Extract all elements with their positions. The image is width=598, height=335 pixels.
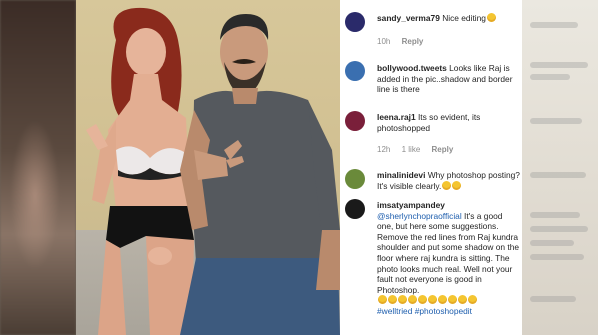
comment-mention-link[interactable]: @sherlynchopraofficial (377, 211, 462, 221)
reply-button[interactable]: Reply (402, 37, 424, 46)
laughing-emoji-icon (452, 180, 462, 190)
comment-username[interactable]: sandy_verma79 (377, 13, 440, 23)
comment-item: bollywood.tweets Looks like Raj is added… (340, 55, 522, 105)
comment-text: minalinidevi Why photoshop posting? It's… (377, 170, 520, 191)
comment-hashtags[interactable]: #welltried #photoshopedit (377, 306, 472, 316)
comment-text: leena.raj1 Its so evident, its photoshop… (377, 112, 520, 133)
comment-time: 10h (377, 37, 391, 46)
comment-username[interactable]: minalinidevi (377, 170, 425, 180)
comment-item: leena.raj1 Its so evident, its photoshop… (340, 108, 522, 160)
comment-time: 12h (377, 145, 391, 154)
post-photo (76, 0, 340, 335)
laughing-emoji-icon (486, 13, 496, 22)
laughing-emoji-icon (428, 295, 437, 305)
avatar[interactable] (345, 169, 365, 189)
reply-button[interactable]: Reply (432, 145, 454, 154)
comment-item: sandy_verma79 Nice editing 10h Reply (340, 0, 522, 50)
laughing-emoji-icon (378, 295, 387, 305)
comments-panel: sandy_verma79 Nice editing 10h Reply bol… (340, 0, 522, 335)
emoji-row (377, 295, 477, 305)
comment-username[interactable]: bollywood.tweets (377, 63, 447, 73)
avatar[interactable] (345, 12, 365, 32)
laughing-emoji-icon (468, 295, 477, 305)
comment-username[interactable]: leena.raj1 (377, 112, 416, 122)
comment-likes[interactable]: 1 like (402, 145, 421, 154)
comment-item: imsatyampandey @sherlynchopraofficial It… (340, 196, 522, 335)
laughing-emoji-icon (448, 295, 457, 305)
comment-body: Nice editing (442, 13, 486, 23)
laughing-emoji-icon (418, 295, 427, 305)
comment-text: bollywood.tweets Looks like Raj is added… (377, 63, 520, 95)
blurred-background-right (522, 0, 598, 335)
comment-text: sandy_verma79 Nice editing (377, 13, 520, 24)
avatar[interactable] (345, 199, 365, 219)
avatar[interactable] (345, 61, 365, 81)
comment-meta: 10h Reply (377, 37, 432, 46)
comment-text: imsatyampandey @sherlynchopraofficial It… (377, 200, 520, 317)
laughing-emoji-icon (388, 295, 397, 305)
laughing-emoji-icon (408, 295, 417, 305)
photo-people-illustration (86, 7, 340, 335)
laughing-emoji-icon (458, 295, 467, 305)
laughing-emoji-icon (398, 295, 407, 305)
comment-body: It's a good one, but here some suggestio… (377, 210, 520, 295)
comment-username[interactable]: imsatyampandey (377, 200, 445, 210)
laughing-emoji-icon (442, 180, 452, 190)
avatar[interactable] (345, 111, 365, 131)
comment-item: minalinidevi Why photoshop posting? It's… (340, 166, 522, 196)
laughing-emoji-icon (438, 295, 447, 305)
blurred-background-left (0, 0, 76, 335)
comment-meta: 12h 1 like Reply (377, 145, 462, 154)
